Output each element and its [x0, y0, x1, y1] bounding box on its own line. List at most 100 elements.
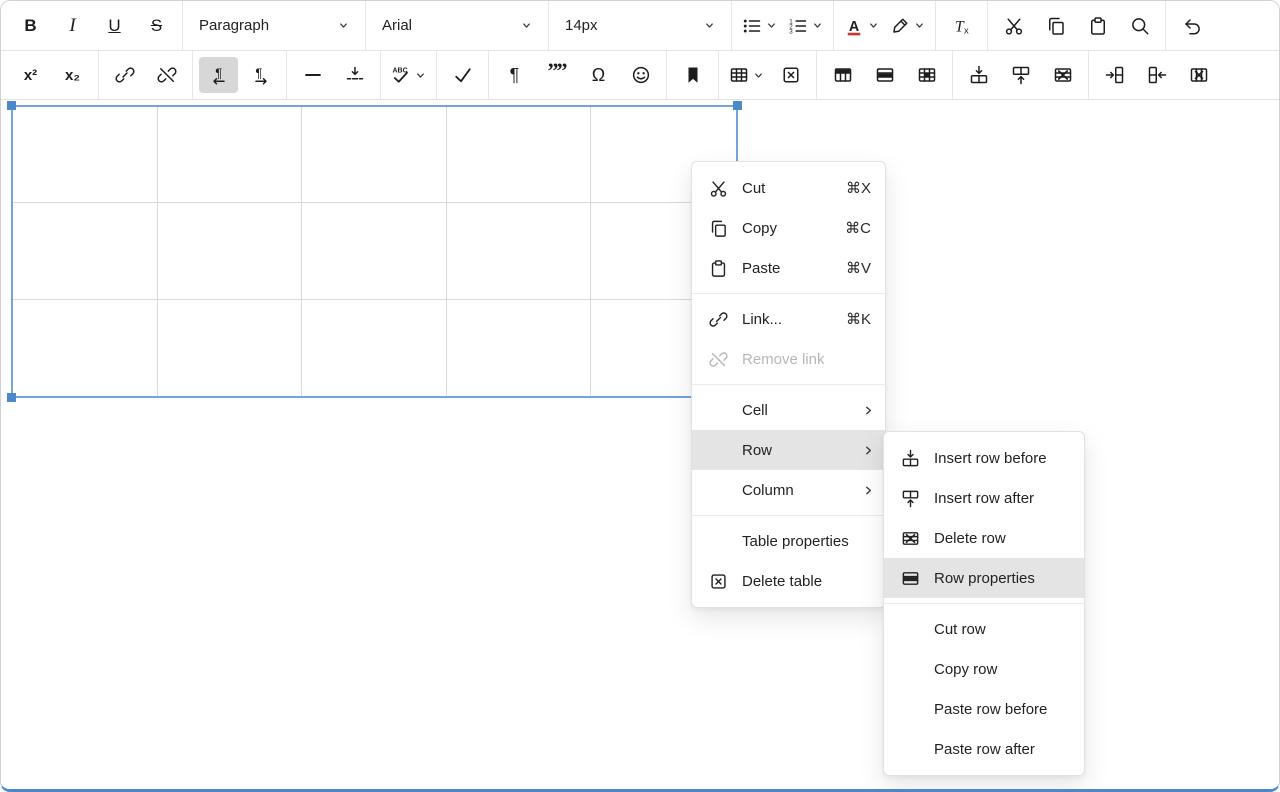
menu-item-copy[interactable]: Copy⌘C — [692, 208, 885, 248]
italic-label: I — [69, 15, 75, 37]
table-cell[interactable] — [13, 300, 158, 396]
insert-row-before-button[interactable] — [959, 57, 998, 93]
menu-item-paste-row-before[interactable]: Paste row before — [884, 689, 1084, 729]
insert-column-before-button[interactable] — [1095, 57, 1134, 93]
insert-link-button[interactable] — [105, 57, 144, 93]
bullet-list-button[interactable] — [738, 8, 781, 44]
table-cell[interactable] — [447, 203, 592, 299]
superscript-button[interactable]: x² — [11, 57, 50, 93]
menu-item-delete-table[interactable]: Delete table — [692, 561, 885, 601]
menu-item-cut-row[interactable]: Cut row — [884, 609, 1084, 649]
text-color-button[interactable] — [840, 8, 883, 44]
table-cell[interactable] — [447, 107, 592, 203]
table-cell[interactable] — [302, 203, 447, 299]
insert-col-after-icon — [1147, 65, 1167, 85]
empty-icon-slot — [708, 480, 728, 500]
selected-table[interactable] — [11, 105, 738, 398]
menu-item-cell[interactable]: Cell — [692, 390, 885, 430]
menu-item-delete-row[interactable]: Delete row — [884, 518, 1084, 558]
highlight-color-button[interactable] — [886, 8, 929, 44]
table-properties-icon — [833, 65, 853, 85]
editor-canvas[interactable] — [1, 100, 1279, 789]
superscript-label: x² — [24, 67, 37, 84]
menu-item-copy-row[interactable]: Copy row — [884, 649, 1084, 689]
remove-link-button[interactable] — [147, 57, 186, 93]
selection-handle-bottom-left[interactable] — [7, 393, 16, 402]
blockquote-button[interactable]: ”” — [537, 57, 576, 93]
find-button[interactable] — [1120, 8, 1159, 44]
horizontal-rule-icon — [303, 65, 323, 85]
cut-button[interactable] — [994, 8, 1033, 44]
underline-button[interactable]: U — [95, 8, 134, 44]
ltr-button[interactable] — [199, 57, 238, 93]
table-cell[interactable] — [158, 203, 303, 299]
font-size-select[interactable]: 14px — [555, 8, 725, 44]
delete-row-button[interactable] — [1043, 57, 1082, 93]
subscript-button[interactable]: x₂ — [53, 57, 92, 93]
horizontal-rule-button[interactable] — [293, 57, 332, 93]
menu-item-link[interactable]: Link...⌘K — [692, 299, 885, 339]
menu-item-cut[interactable]: Cut⌘X — [692, 168, 885, 208]
bold-button[interactable]: B — [11, 8, 50, 44]
copy-button[interactable] — [1036, 8, 1075, 44]
insert-column-after-button[interactable] — [1137, 57, 1176, 93]
rtl-button[interactable] — [241, 57, 280, 93]
font-family-select[interactable]: Arial — [372, 8, 542, 44]
table-cell[interactable] — [13, 203, 158, 299]
menu-item-row[interactable]: Row — [692, 430, 885, 470]
menu-item-table-properties[interactable]: Table properties — [692, 521, 885, 561]
table-cell[interactable] — [447, 300, 592, 396]
selection-handle-top-left[interactable] — [7, 101, 16, 110]
numbered-list-button[interactable] — [784, 8, 827, 44]
checkmark-button[interactable] — [443, 57, 482, 93]
paragraph-style-select[interactable]: Paragraph — [189, 8, 359, 44]
page-break-button[interactable] — [335, 57, 374, 93]
italic-button[interactable]: I — [53, 8, 92, 44]
chevron-down-icon — [914, 20, 925, 31]
table-cell[interactable] — [13, 107, 158, 203]
row-properties-icon — [901, 569, 920, 588]
cell-properties-icon — [917, 65, 937, 85]
unlink-icon — [157, 65, 177, 85]
table-cell[interactable] — [158, 107, 303, 203]
table-cell[interactable] — [302, 107, 447, 203]
special-character-button[interactable]: Ω — [579, 57, 618, 93]
highlighter-icon — [890, 16, 910, 36]
menu-item-label: Delete table — [742, 573, 885, 590]
paste-button[interactable] — [1078, 8, 1117, 44]
selection-handle-top-right[interactable] — [733, 101, 742, 110]
undo-button[interactable] — [1172, 8, 1211, 44]
table-properties-button[interactable] — [823, 57, 862, 93]
insert-table-button[interactable] — [725, 57, 768, 93]
unlink-icon — [709, 350, 728, 369]
menu-item-label: Insert row before — [934, 450, 1084, 467]
toolbar-group — [719, 51, 816, 99]
table-row-properties-button[interactable] — [865, 57, 904, 93]
table-cell-properties-button[interactable] — [907, 57, 946, 93]
menu-item-paste[interactable]: Paste⌘V — [692, 248, 885, 288]
clear-formatting-button[interactable] — [942, 8, 981, 44]
menu-item-row-properties[interactable]: Row properties — [884, 558, 1084, 598]
menu-item-insert-row-before[interactable]: Insert row before — [884, 438, 1084, 478]
emoji-button[interactable] — [621, 57, 660, 93]
delete-table-icon-slot — [708, 571, 728, 591]
menu-item-insert-row-after[interactable]: Insert row after — [884, 478, 1084, 518]
menu-item-remove-link[interactable]: Remove link — [692, 339, 885, 379]
table-cell[interactable] — [158, 300, 303, 396]
chevron-down-icon — [868, 20, 879, 31]
delete-column-button[interactable] — [1179, 57, 1218, 93]
toolbar-group — [287, 51, 380, 99]
toolbar-group — [437, 51, 488, 99]
spellcheck-button[interactable] — [387, 57, 430, 93]
menu-item-shortcut: ⌘X — [846, 179, 885, 197]
strikethrough-button[interactable]: S — [137, 8, 176, 44]
menu-item-shortcut: ⌘C — [845, 219, 885, 237]
table-cell[interactable] — [302, 300, 447, 396]
delete-table-button[interactable] — [771, 57, 810, 93]
menu-item-column[interactable]: Column — [692, 470, 885, 510]
insert-row-after-button[interactable] — [1001, 57, 1040, 93]
bookmark-button[interactable] — [673, 57, 712, 93]
menu-item-paste-row-after[interactable]: Paste row after — [884, 729, 1084, 769]
paragraph-mark-button[interactable]: ¶ — [495, 57, 534, 93]
menu-item-label: Row properties — [934, 570, 1084, 587]
